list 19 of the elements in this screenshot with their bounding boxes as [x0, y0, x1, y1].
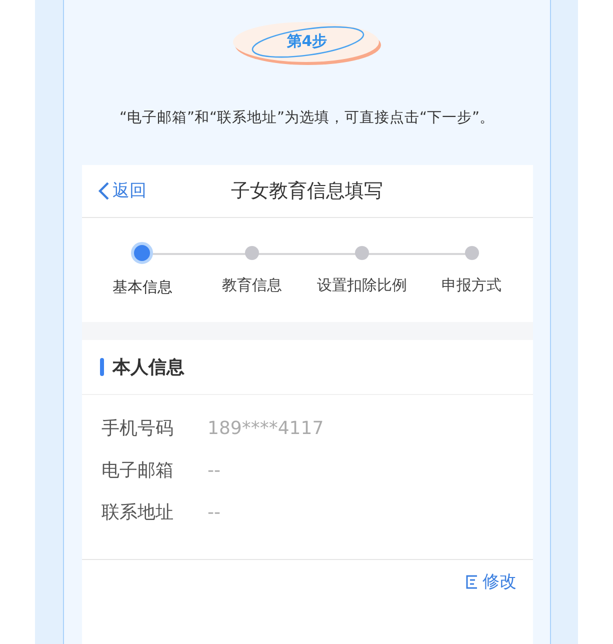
field-label: 手机号码: [102, 417, 174, 440]
step-label[interactable]: 申报方式: [442, 276, 502, 295]
step-label[interactable]: 教育信息: [222, 276, 282, 295]
field-value: --: [208, 502, 220, 522]
chevron-left-icon: [98, 180, 110, 200]
field-label: 电子邮箱: [102, 459, 174, 482]
step-title: 第4步: [286, 32, 328, 51]
field-label: 联系地址: [102, 501, 174, 524]
section-marker: [100, 358, 104, 376]
field-value: --: [208, 460, 220, 480]
section-title: 本人信息: [112, 356, 184, 379]
back-button[interactable]: 返回: [98, 179, 146, 202]
step-label[interactable]: 基本信息: [112, 278, 172, 297]
field-value: 189****4117: [208, 418, 324, 438]
edit-button[interactable]: 修改: [464, 570, 516, 593]
step-label[interactable]: 设置扣除比例: [316, 276, 407, 295]
instruction-text: “电子邮箱”和“联系地址”为选填，可直接点击“下一步”。: [118, 109, 496, 128]
screen-title: 子女教育信息填写: [231, 179, 383, 204]
edit-icon: [464, 574, 480, 590]
